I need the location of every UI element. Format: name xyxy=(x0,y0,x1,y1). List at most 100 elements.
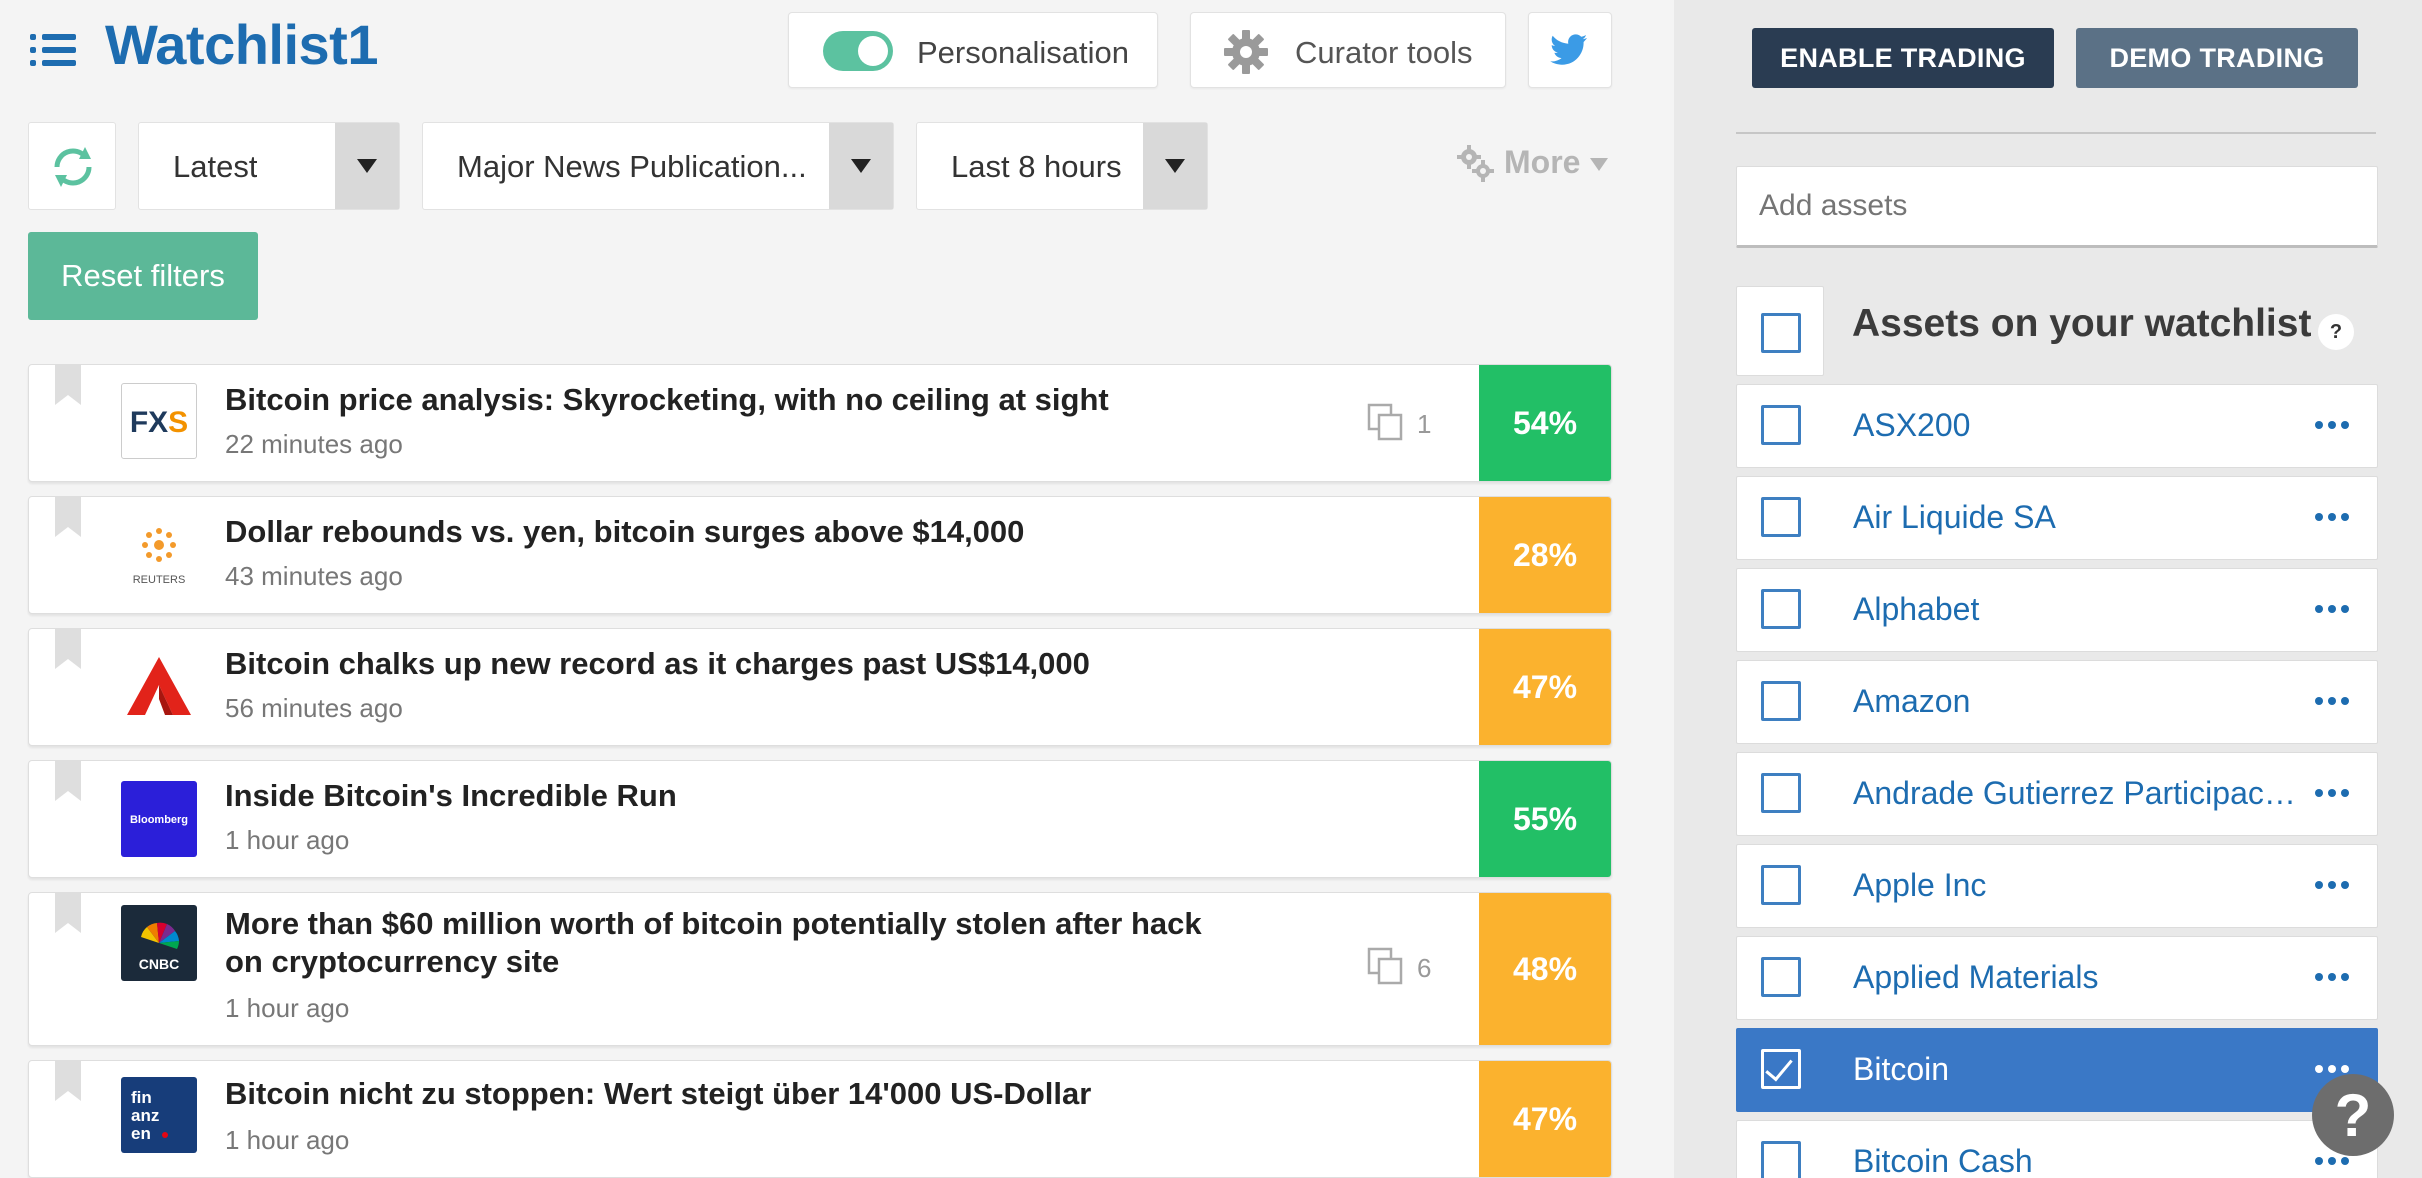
asset-row-alphabet[interactable]: Alphabet xyxy=(1736,568,2378,652)
news-headline[interactable]: Inside Bitcoin's Incredible Run xyxy=(225,777,1325,815)
assets-title: Assets on your watchlist xyxy=(1852,302,2312,345)
asset-row-bitcoin-cash[interactable]: Bitcoin Cash xyxy=(1736,1120,2378,1178)
svg-text:FXS: FXS xyxy=(130,406,188,439)
svg-text:anz: anz xyxy=(131,1106,159,1125)
asset-checkbox[interactable] xyxy=(1761,957,1801,997)
news-item[interactable]: Bitcoin chalks up new record as it charg… xyxy=(28,628,1612,746)
chevron-down-icon[interactable] xyxy=(829,123,893,209)
asset-checkbox[interactable] xyxy=(1761,681,1801,721)
twitter-bird-icon xyxy=(1550,34,1587,65)
asset-row-apple[interactable]: Apple Inc xyxy=(1736,844,2378,928)
source-select-value: Major News Publication... xyxy=(457,149,807,184)
personalisation-toggle-button[interactable]: Personalisation xyxy=(788,12,1158,88)
source-logo: REUTERS xyxy=(121,517,197,593)
more-dots-icon[interactable] xyxy=(2315,973,2349,983)
asset-name[interactable]: Andrade Gutierrez Participacoes xyxy=(1853,775,2303,812)
news-headline[interactable]: Bitcoin price analysis: Skyrocketing, wi… xyxy=(225,381,1325,419)
reset-filters-button[interactable]: Reset filters xyxy=(28,232,258,320)
news-item[interactable]: FXS Bitcoin price analysis: Skyrocketing… xyxy=(28,364,1612,482)
asset-name[interactable]: Alphabet xyxy=(1853,591,2303,628)
asset-checkbox[interactable] xyxy=(1761,773,1801,813)
help-chat-button[interactable]: ? xyxy=(2312,1074,2394,1156)
asset-checkbox[interactable] xyxy=(1761,1141,1801,1178)
asset-checkbox[interactable] xyxy=(1761,405,1801,445)
personalisation-label: Personalisation xyxy=(917,35,1129,70)
sentiment-score: 55% xyxy=(1479,761,1611,877)
time-range-select[interactable]: Last 8 hours xyxy=(916,122,1208,210)
gear-icon xyxy=(1224,30,1268,74)
source-logo: fin anz en xyxy=(121,1077,197,1153)
asset-checkbox[interactable] xyxy=(1761,865,1801,905)
checkmark-icon xyxy=(1765,1052,1793,1082)
page-title: Watchlist1 xyxy=(105,13,378,76)
sort-select[interactable]: Latest xyxy=(138,122,400,210)
asset-name[interactable]: Bitcoin Cash xyxy=(1853,1143,2303,1178)
more-dots-icon[interactable] xyxy=(2315,789,2349,799)
news-headline[interactable]: Bitcoin chalks up new record as it charg… xyxy=(225,645,1325,683)
svg-text:fin: fin xyxy=(131,1088,152,1107)
list-menu-icon[interactable] xyxy=(30,32,76,68)
more-label: More xyxy=(1504,144,1581,180)
news-item[interactable]: fin anz en Bitcoin nicht zu stoppen: Wer… xyxy=(28,1060,1612,1178)
bookmark-icon[interactable] xyxy=(55,1061,81,1101)
bookmark-icon[interactable] xyxy=(55,761,81,801)
sentiment-score: 54% xyxy=(1479,365,1611,481)
more-dots-icon[interactable] xyxy=(2315,1157,2349,1167)
sentiment-score: 47% xyxy=(1479,629,1611,745)
asset-row-air-liquide[interactable]: Air Liquide SA xyxy=(1736,476,2378,560)
news-item[interactable]: Bloomberg Inside Bitcoin's Incredible Ru… xyxy=(28,760,1612,878)
news-headline[interactable]: More than $60 million worth of bitcoin p… xyxy=(225,905,1225,981)
asset-checkbox[interactable] xyxy=(1761,589,1801,629)
demo-trading-button[interactable]: DEMO TRADING xyxy=(2076,28,2358,88)
asset-checkbox-checked[interactable] xyxy=(1761,1049,1801,1089)
asset-name[interactable]: ASX200 xyxy=(1853,407,2303,444)
more-dots-icon[interactable] xyxy=(2315,421,2349,431)
assets-header: Assets on your watchlist ? xyxy=(1736,286,2378,376)
help-icon[interactable]: ? xyxy=(2318,314,2354,350)
bookmark-icon[interactable] xyxy=(55,893,81,933)
bookmark-icon[interactable] xyxy=(55,365,81,405)
twitter-button[interactable] xyxy=(1528,12,1612,88)
refresh-icon xyxy=(54,147,92,187)
asset-row-andrade-gutierrez[interactable]: Andrade Gutierrez Participacoes xyxy=(1736,752,2378,836)
chevron-down-icon[interactable] xyxy=(1143,123,1207,209)
asset-name[interactable]: Amazon xyxy=(1853,683,2303,720)
news-item[interactable]: CNBC More than $60 million worth of bitc… xyxy=(28,892,1612,1046)
news-timestamp: 43 minutes ago xyxy=(225,561,403,591)
svg-text:Bloomberg: Bloomberg xyxy=(130,814,188,826)
asset-row-bitcoin[interactable]: Bitcoin xyxy=(1736,1028,2378,1112)
asset-checkbox[interactable] xyxy=(1761,497,1801,537)
news-headline[interactable]: Bitcoin nicht zu stoppen: Wert steigt üb… xyxy=(225,1075,1325,1113)
asset-row-applied-materials[interactable]: Applied Materials xyxy=(1736,936,2378,1020)
main-panel: Watchlist1 Personalisation Curator tools… xyxy=(0,0,1674,1178)
news-headline[interactable]: Dollar rebounds vs. yen, bitcoin surges … xyxy=(225,513,1325,551)
more-dots-icon[interactable] xyxy=(2315,1065,2349,1075)
svg-text:REUTERS: REUTERS xyxy=(133,574,186,586)
refresh-button[interactable] xyxy=(28,122,116,210)
source-select[interactable]: Major News Publication... xyxy=(422,122,894,210)
news-item[interactable]: REUTERS Dollar rebounds vs. yen, bitcoin… xyxy=(28,496,1612,614)
select-all-checkbox[interactable] xyxy=(1761,313,1801,353)
enable-trading-button[interactable]: ENABLE TRADING xyxy=(1752,28,2054,88)
asset-name[interactable]: Air Liquide SA xyxy=(1853,499,2303,536)
add-assets-input[interactable] xyxy=(1736,166,2378,248)
asset-name[interactable]: Applied Materials xyxy=(1853,959,2303,996)
more-dots-icon[interactable] xyxy=(2315,697,2349,707)
more-dots-icon[interactable] xyxy=(2315,513,2349,523)
chevron-down-icon[interactable] xyxy=(335,123,399,209)
bookmark-icon[interactable] xyxy=(55,497,81,537)
bookmark-icon[interactable] xyxy=(55,629,81,669)
more-dots-icon[interactable] xyxy=(2315,881,2349,891)
duplicates-indicator[interactable]: 6 xyxy=(1367,947,1447,987)
asset-row-asx200[interactable]: ASX200 xyxy=(1736,384,2378,468)
news-timestamp: 1 hour ago xyxy=(225,1125,350,1155)
asset-name[interactable]: Apple Inc xyxy=(1853,867,2303,904)
sentiment-score: 47% xyxy=(1479,1061,1611,1177)
asset-name[interactable]: Bitcoin xyxy=(1853,1051,2303,1088)
more-options-button[interactable]: More xyxy=(1456,140,1616,190)
duplicates-indicator[interactable]: 1 xyxy=(1367,403,1447,443)
asset-row-amazon[interactable]: Amazon xyxy=(1736,660,2378,744)
toggle-switch[interactable] xyxy=(823,31,893,71)
curator-tools-button[interactable]: Curator tools xyxy=(1190,12,1506,88)
more-dots-icon[interactable] xyxy=(2315,605,2349,615)
